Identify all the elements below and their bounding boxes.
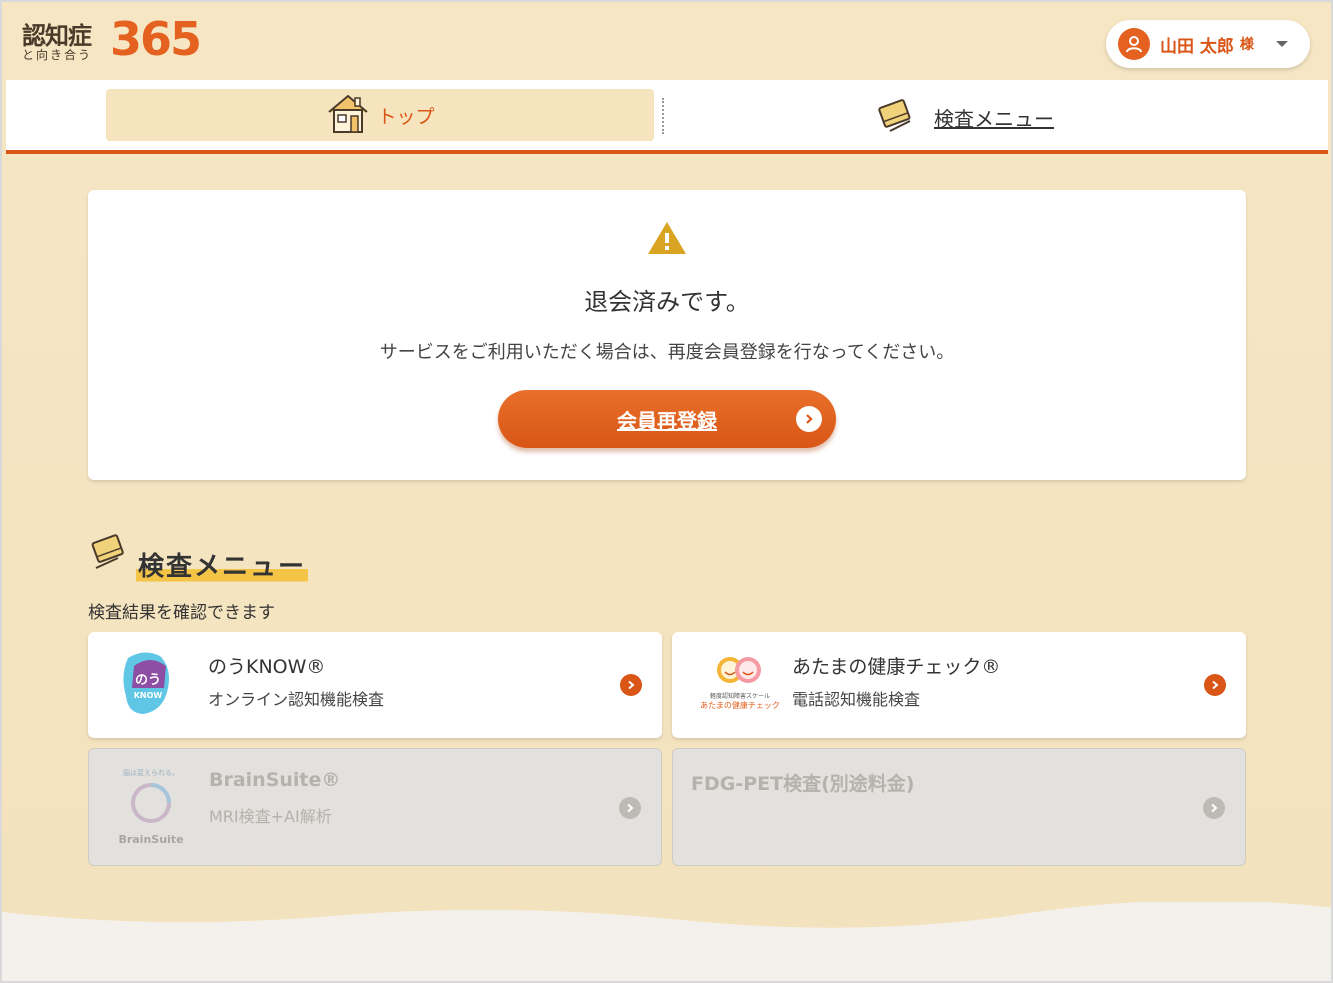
tab-top[interactable]: トップ bbox=[106, 89, 654, 141]
nouknow-logo-text-2: KNOW bbox=[134, 691, 163, 700]
card-nouknow[interactable]: のう KNOW のうKNOW® オンライン認知機能検査 bbox=[88, 632, 662, 738]
atama-check-logo: 軽度認知障害スケール あたまの健康チェック bbox=[698, 648, 794, 724]
atama-logo-text-1: 軽度認知障害スケール bbox=[710, 692, 770, 700]
user-icon bbox=[1118, 28, 1150, 60]
nouknow-logo-text-1: のう bbox=[135, 673, 161, 688]
user-name: 山田 太郎 bbox=[1160, 36, 1234, 57]
exam-menu-heading: 検査メニュー bbox=[136, 546, 309, 583]
page-frame: 認知症 と向き合う 365 山田 太郎 様 トップ 検査メニュー 退会済みです。… bbox=[0, 0, 1333, 983]
chevron-right-icon bbox=[1203, 797, 1225, 819]
brainsuite-logo: 脳は変えられる。 BrainSuite bbox=[115, 765, 211, 846]
brainsuite-logo-text-2: BrainSuite bbox=[118, 833, 183, 846]
notebook-icon bbox=[876, 95, 916, 139]
logo-sub-text: と向き合う bbox=[22, 48, 93, 62]
warning-icon bbox=[646, 220, 688, 260]
withdrawn-notice-card: 退会済みです。 サービスをご利用いただく場合は、再度会員登録を行なってください。… bbox=[88, 190, 1246, 480]
card-title: FDG-PET検査(別途料金) bbox=[691, 773, 915, 795]
tab-exam-menu[interactable]: 検査メニュー bbox=[876, 94, 1054, 140]
card-subtitle: 電話認知機能検査 bbox=[792, 690, 921, 709]
brainsuite-logo-text-1: 脳は変えられる。 bbox=[123, 768, 179, 777]
chevron-right-icon bbox=[620, 674, 642, 696]
card-title: のうKNOW® bbox=[208, 656, 326, 678]
notice-text: サービスをご利用いただく場合は、再度会員登録を行なってください。 bbox=[379, 342, 955, 363]
notice-title: 退会済みです。 bbox=[584, 288, 750, 316]
nav-divider bbox=[662, 98, 664, 134]
card-fdg-pet: FDG-PET検査(別途料金) bbox=[672, 748, 1246, 866]
bottom-wave-decoration bbox=[2, 902, 1331, 981]
chevron-right-icon bbox=[796, 406, 822, 432]
card-brainsuite: 脳は変えられる。 BrainSuite BrainSuite® MRI検査+AI… bbox=[88, 748, 662, 866]
rejoin-button-label: 会員再登録 bbox=[617, 408, 717, 433]
nouknow-logo: のう KNOW bbox=[114, 648, 210, 724]
atama-logo-text-2: あたまの健康チェック bbox=[700, 700, 780, 710]
house-icon bbox=[325, 92, 371, 138]
card-atama-check[interactable]: 軽度認知障害スケール あたまの健康チェック あたまの健康チェック® 電話認知機能… bbox=[672, 632, 1246, 738]
user-suffix: 様 bbox=[1239, 37, 1254, 53]
card-subtitle: オンライン認知機能検査 bbox=[208, 690, 385, 709]
notebook-icon bbox=[90, 532, 130, 576]
chevron-right-icon bbox=[1204, 674, 1226, 696]
user-menu-button[interactable]: 山田 太郎 様 bbox=[1106, 20, 1310, 68]
chevron-down-icon bbox=[1275, 41, 1288, 47]
tab-top-label: トップ bbox=[377, 105, 435, 128]
site-logo[interactable]: 認知症 と向き合う 365 bbox=[22, 12, 212, 66]
tab-exam-menu-label: 検査メニュー bbox=[934, 106, 1054, 131]
main-nav: トップ 検査メニュー bbox=[6, 80, 1328, 154]
card-subtitle: MRI検査+AI解析 bbox=[209, 807, 332, 826]
rejoin-button[interactable]: 会員再登録 bbox=[498, 390, 836, 448]
card-title: あたまの健康チェック® bbox=[792, 656, 1001, 678]
chevron-right-icon bbox=[619, 797, 641, 819]
logo-number: 365 bbox=[110, 12, 202, 66]
exam-menu-subtitle: 検査結果を確認できます bbox=[88, 603, 275, 623]
card-title: BrainSuite® bbox=[209, 769, 341, 791]
